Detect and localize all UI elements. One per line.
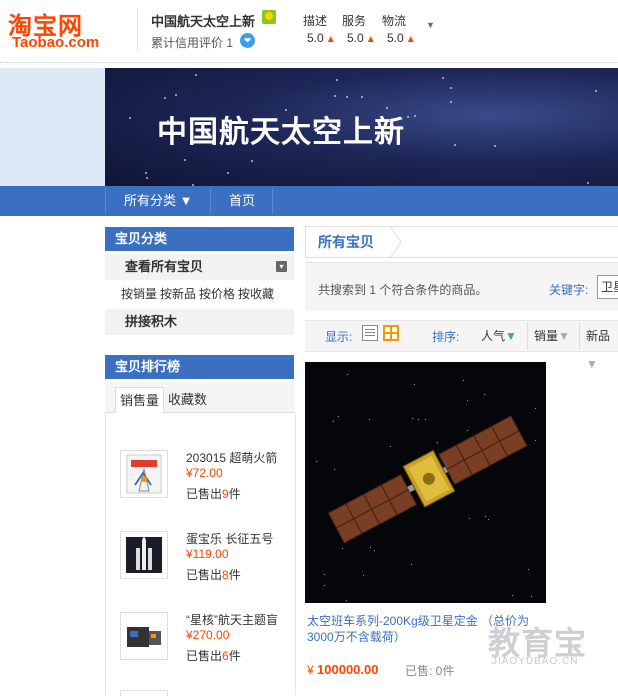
rank-item-sold: 已售出9件 bbox=[186, 487, 241, 501]
arrow-up-icon: ▲ bbox=[365, 34, 376, 45]
star-decoration bbox=[360, 95, 363, 98]
rank-item-thumbnail[interactable] bbox=[120, 531, 168, 579]
star-decoration bbox=[195, 73, 198, 76]
arrow-up-icon: ▲ bbox=[325, 34, 336, 45]
star-decoration bbox=[586, 182, 589, 185]
sort-new[interactable]: 新品▼ bbox=[579, 322, 618, 371]
rank-item-thumbnail[interactable] bbox=[120, 450, 168, 498]
credit-level-icon: ❤ bbox=[240, 33, 255, 48]
tab-sales[interactable]: 销售量 bbox=[115, 387, 165, 413]
watermark-en: JIAOYUBAO.CN bbox=[492, 656, 579, 667]
star-decoration bbox=[414, 115, 417, 118]
header-divider-line bbox=[0, 62, 618, 63]
star-decoration bbox=[250, 160, 253, 163]
nav-separator bbox=[105, 188, 106, 214]
sort-by-fav-link[interactable]: 按收藏 bbox=[238, 287, 274, 301]
banner-left-fill bbox=[0, 68, 105, 186]
banner-title: 中国航天太空上新 bbox=[157, 116, 405, 149]
collapse-icon[interactable]: ▾ bbox=[276, 261, 287, 272]
sort-label: 排序: bbox=[432, 330, 460, 344]
arrow-down-icon: ▼ bbox=[586, 357, 598, 371]
star-decoration bbox=[595, 90, 598, 93]
dsr-service-label: 服务 bbox=[342, 14, 367, 28]
star-decoration bbox=[449, 101, 452, 104]
sort-sales[interactable]: 销量▼ bbox=[527, 322, 570, 350]
rank-item-price: ¥119.00 bbox=[186, 547, 229, 561]
product-sold-count: 已售: 0件 bbox=[405, 664, 455, 678]
nav-all-categories[interactable]: 所有分类 ▼ bbox=[124, 186, 192, 216]
star-decoration bbox=[454, 144, 457, 147]
arrow-up-icon: ▲ bbox=[405, 34, 416, 45]
star-decoration bbox=[227, 172, 230, 175]
rank-item-price: ¥270.00 bbox=[186, 628, 230, 642]
star-decoration bbox=[449, 86, 452, 89]
dsr-logistics-value: 5.0 ▲ bbox=[387, 31, 416, 45]
star-decoration bbox=[164, 96, 167, 99]
product-price: ¥ 100000.00 bbox=[307, 662, 379, 677]
rank-item-title[interactable]: 203015 超萌火箭 bbox=[186, 449, 292, 466]
taobao-logo-en[interactable]: Taobao.com bbox=[12, 34, 99, 51]
star-decoration bbox=[494, 145, 497, 148]
header-tab-arrow bbox=[389, 226, 402, 258]
star-decoration bbox=[336, 78, 339, 81]
rank-item-title[interactable]: “星核”航天主题盲 bbox=[186, 611, 292, 628]
dsr-desc-value: 5.0 ▲ bbox=[307, 31, 336, 45]
star-decoration bbox=[442, 77, 445, 80]
keyword-label: 关键字: bbox=[549, 283, 589, 297]
rank-item-sold: 已售出6件 bbox=[186, 649, 241, 663]
header-divider bbox=[137, 8, 138, 52]
star-decoration bbox=[407, 116, 410, 119]
star-decoration bbox=[174, 94, 177, 97]
star-decoration bbox=[183, 159, 186, 162]
star-decoration bbox=[129, 116, 132, 119]
product-image[interactable] bbox=[305, 362, 546, 603]
category-header: 宝贝分类 bbox=[105, 227, 294, 251]
credit-rating: 累计信用评价 1 bbox=[151, 36, 234, 50]
star-decoration bbox=[145, 171, 148, 174]
chevron-down-icon[interactable]: ▼ bbox=[426, 20, 435, 30]
nav-separator bbox=[210, 188, 211, 214]
sort-by-sales-link[interactable]: 按销量 bbox=[121, 287, 157, 301]
dsr-desc-label: 描述 bbox=[303, 14, 328, 28]
shop-name[interactable]: 中国航天太空上新 bbox=[151, 11, 255, 30]
category-sort-links: 按销量 按新品 按价格 按收藏 bbox=[105, 281, 294, 307]
dsr-service-value: 5.0 ▲ bbox=[347, 31, 376, 45]
category-group-item[interactable]: 拼接积木 bbox=[105, 309, 294, 335]
display-label: 显示: bbox=[325, 330, 353, 344]
star-decoration bbox=[145, 177, 148, 180]
sort-by-new-link[interactable]: 按新品 bbox=[160, 287, 196, 301]
list-view-icon[interactable] bbox=[362, 325, 378, 341]
nav-home[interactable]: 首页 bbox=[229, 186, 255, 216]
view-all-items-link[interactable]: 查看所有宝贝 bbox=[105, 254, 294, 280]
search-result-text: 共搜索到 1 个符合条件的商品。 bbox=[318, 283, 488, 297]
shop-nav bbox=[0, 186, 618, 216]
keyword-input[interactable]: 卫星 bbox=[597, 275, 618, 299]
rank-item-sold: 已售出8件 bbox=[186, 568, 241, 582]
rank-item-title[interactable]: 蛋宝乐 长征五号 bbox=[186, 530, 292, 547]
main-title: 所有宝贝 bbox=[318, 234, 374, 250]
star-decoration bbox=[346, 95, 349, 98]
nav-separator bbox=[272, 188, 273, 214]
grid-view-icon[interactable] bbox=[383, 325, 399, 341]
star-decoration bbox=[333, 95, 336, 98]
arrow-down-icon: ▼ bbox=[558, 329, 570, 343]
ranking-header: 宝贝排行榜 bbox=[105, 355, 294, 379]
shop-badge-icon bbox=[262, 10, 276, 24]
rank-item-price: ¥72.00 bbox=[186, 466, 223, 480]
arrow-down-icon: ▼ bbox=[505, 329, 517, 343]
dsr-logistics-label: 物流 bbox=[382, 14, 407, 28]
sort-by-price-link[interactable]: 按价格 bbox=[199, 287, 235, 301]
rank-item-thumbnail[interactable] bbox=[120, 612, 168, 660]
rank-item-thumbnail-partial bbox=[120, 690, 168, 696]
tab-favorites[interactable]: 收藏数 bbox=[168, 387, 207, 412]
sort-popularity[interactable]: 人气▼ bbox=[475, 322, 517, 350]
